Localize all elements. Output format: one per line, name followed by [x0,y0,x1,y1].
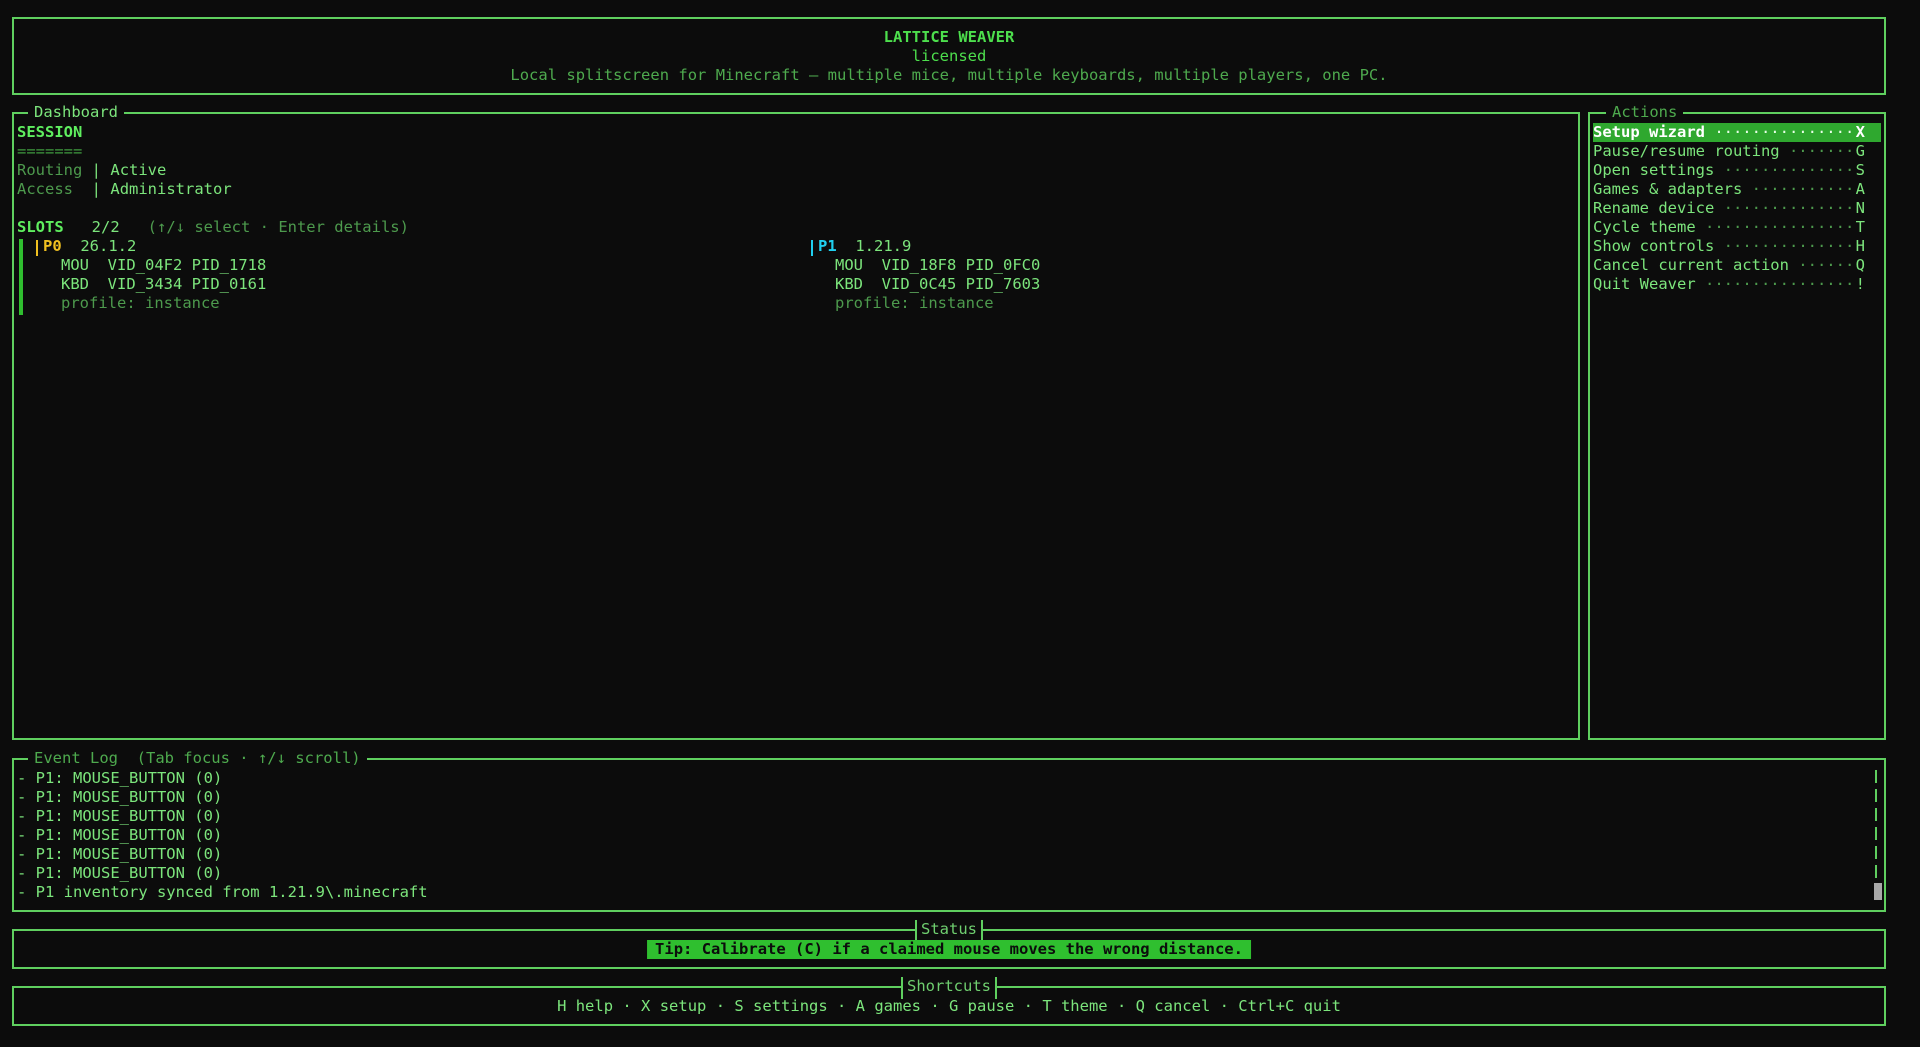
slot-p1-mouse-id: VID_18F8 PID_0FC0 [881,256,1041,274]
status-title: Status [915,920,983,942]
access-separator: | [91,180,102,198]
log-line: - P1: MOUSE_BUTTON (0) [17,826,223,844]
access-value: Administrator [110,180,232,198]
slot-p1-header: P1 1.21.9 [818,237,911,256]
slot-p0-mouse-label: MOU [61,256,89,274]
action-setup-wizard[interactable]: Setup wizard ··············· X [1593,123,1881,142]
log-line: - P1: MOUSE_BUTTON (0) [17,807,223,825]
slot-selection-bar [19,239,23,315]
slot-p0-keyboard-id: VID_3434 PID_0161 [107,275,267,293]
shortcut-key: X [1855,123,1865,141]
routing-row: Routing | Active [17,161,166,180]
shortcut-key: ! [1855,275,1865,293]
slot-p0-mouse: MOU VID_04F2 PID_1718 [61,256,266,275]
license-status: licensed [911,47,987,65]
log-line: - P1: MOUSE_BUTTON (0) [17,769,223,787]
session-heading: SESSION [17,123,83,141]
action-open-settings[interactable]: Open settings ·············· S [1593,161,1881,180]
actions-title: Actions [1606,103,1684,122]
slot-p1-keyboard-label: KBD [835,275,863,293]
dashboard-title: Dashboard [28,103,124,122]
slot-p1-keyboard-id: VID_0C45 PID_7603 [881,275,1041,293]
scrollbar-thumb[interactable] [1874,883,1882,900]
status-panel: Status Tip: Calibrate (C) if a claimed m… [12,920,1886,969]
event-log-panel[interactable]: Event Log (Tab focus · ↑/↓ scroll) - P1:… [12,749,1886,912]
action-games-adapters[interactable]: Games & adapters ··········· A [1593,180,1881,199]
event-log-title: Event Log (Tab focus · ↑/↓ scroll) [28,749,367,768]
log-line: - P1: MOUSE_BUTTON (0) [17,788,223,806]
slot-p1-mouse-label: MOU [835,256,863,274]
routing-value: Active [110,161,167,179]
app-tagline: Local splitscreen for Minecraft — multip… [510,66,1388,84]
log-line: - P1 inventory synced from 1.21.9\.minec… [17,883,428,901]
action-rename-device[interactable]: Rename device ·············· N [1593,199,1881,218]
session-underline: ======= [17,142,83,160]
shortcut-key: N [1855,199,1865,217]
action-cycle-theme[interactable]: Cycle theme ················ T [1593,218,1881,237]
slot-p0-header: P0 26.1.2 [43,237,136,256]
app-title: LATTICE WEAVER [883,28,1015,46]
event-log-scrollbar[interactable] [1874,770,1882,900]
shortcut-key: G [1855,142,1865,160]
routing-separator: | [91,161,102,179]
app-header: LATTICE WEAVER licensed Local splitscree… [12,17,1886,95]
action-pause-resume-routing[interactable]: Pause/resume routing ······· G [1593,142,1881,161]
slot-p1-id: P1 [818,237,837,255]
shortcut-key: S [1855,161,1865,179]
shortcut-key: H [1855,237,1865,255]
access-label: Access [17,180,83,198]
shortcuts-list: H help · X setup · S settings · A games … [557,997,1341,1015]
log-line: - P1: MOUSE_BUTTON (0) [17,864,223,882]
shortcuts-panel: Shortcuts H help · X setup · S settings … [12,977,1886,1026]
slot-p0-keyboard-label: KBD [61,275,89,293]
slot-p1-version: 1.21.9 [855,237,912,255]
status-tip: Tip: Calibrate (C) if a claimed mouse mo… [647,940,1251,959]
slots-label: SLOTS [17,218,64,236]
action-quit-weaver[interactable]: Quit Weaver ················ ! [1593,275,1881,294]
slot-p1-mouse: MOU VID_18F8 PID_0FC0 [835,256,1040,275]
slots-count: 2/2 [91,218,120,236]
routing-label: Routing [17,161,83,179]
slot-p0-version: 26.1.2 [80,237,137,255]
slot-p1-profile: profile: instance [835,294,994,312]
slot-p0-id: P0 [43,237,62,255]
slot-p0-mouse-id: VID_04F2 PID_1718 [107,256,267,274]
slots-header: SLOTS 2/2 (↑/↓ select · Enter details) [17,218,409,237]
shortcuts-title: Shortcuts [901,977,997,999]
dashboard-panel: Dashboard SESSION ======= Routing | Acti… [12,103,1580,740]
slot-cursor [36,240,38,256]
slot-p1-keyboard: KBD VID_0C45 PID_7603 [835,275,1040,294]
slot-p0-profile: profile: instance [61,294,220,312]
slots-hint: (↑/↓ select · Enter details) [147,218,409,236]
action-show-controls[interactable]: Show controls ·············· H [1593,237,1881,256]
actions-panel: Actions Setup wizard ··············· X P… [1588,103,1886,740]
shortcut-key: A [1855,180,1865,198]
action-cancel-current[interactable]: Cancel current action ······ Q [1593,256,1881,275]
shortcut-key: Q [1855,256,1865,274]
shortcut-key: T [1855,218,1865,236]
slot-p0-keyboard: KBD VID_3434 PID_0161 [61,275,266,294]
access-row: Access | Administrator [17,180,232,199]
slot-cursor [811,240,813,256]
log-line: - P1: MOUSE_BUTTON (0) [17,845,223,863]
